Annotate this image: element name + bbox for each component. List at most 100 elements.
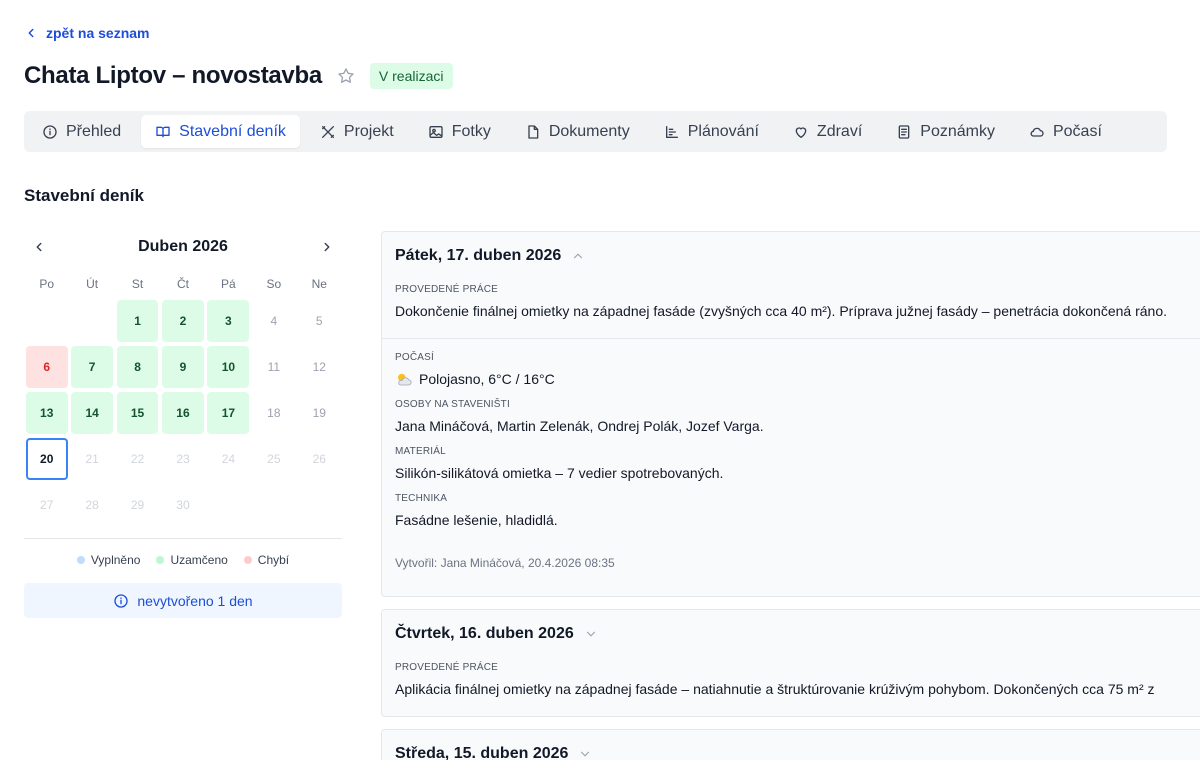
tab-prehled[interactable]: Přehled [28,115,135,148]
file-icon [528,124,539,139]
calendar-week: 27 28 29 30 [24,482,342,528]
tab-zdravi[interactable]: Zdraví [779,115,876,148]
calendar-day[interactable]: 2 [162,300,204,342]
diary-entry: Středa, 15. duben 2026 [381,729,1200,760]
calendar-day[interactable]: 25 [253,438,295,480]
back-link-label: zpět na seznam [46,25,150,41]
weekday-label: Ne [311,277,327,291]
notice-text: nevytvořeno 1 den [137,592,253,609]
field-people: OSOBY NA STAVENIŠTI Jana Mináčová, Marti… [382,399,1200,434]
calendar-empty-cell [298,484,340,526]
heart-icon [795,126,807,138]
diary-entry: Pátek, 17. duben 2026 PROVEDENÉ PRÁCE Do… [381,231,1200,597]
calendar-day[interactable]: 18 [253,392,295,434]
calendar-week: 13 14 15 16 17 18 19 [24,390,342,436]
calendar-day[interactable]: 10 [207,346,250,388]
calendar-day[interactable]: 23 [162,438,204,480]
calendar-legend: Vyplněno Uzamčeno Chybí [24,553,342,567]
calendar-day[interactable]: 22 [117,438,159,480]
calendar-day[interactable]: 15 [116,392,159,434]
field-technika: TECHNIKA Fasádne lešenie, hladidlá. [382,493,1200,528]
calendar-day[interactable]: 5 [298,300,340,342]
status-badge: V realizaci [369,63,453,89]
partly-cloudy-icon [398,373,412,386]
calendar-day[interactable]: 6 [25,346,68,388]
calendar-day[interactable]: 21 [71,438,113,480]
entry-created-by: Vytvořil: Jana Mináčová, 20.4.2026 08:35 [395,556,615,570]
legend-label: Uzamčeno [170,553,228,567]
calendar-day[interactable]: 26 [298,438,340,480]
entry-header[interactable]: Čtvrtek, 16. duben 2026 [382,610,1200,658]
legend-item: Chybí [243,553,289,567]
next-month-button[interactable] [318,238,336,256]
tab-label: Počasí [1052,122,1102,140]
calendar-day[interactable]: 1 [116,300,159,342]
tab-label: Dokumenty [548,122,630,140]
diary-entry: Čtvrtek, 16. duben 2026 PROVEDENÉ PRÁCE … [381,609,1200,717]
chevron-down-icon [581,751,590,757]
calendar-day[interactable]: 12 [298,346,340,388]
calendar-day[interactable]: 20 [25,438,68,480]
calendar-month: Duben 2026 [138,238,228,255]
prev-month-button[interactable] [30,238,48,256]
chevron-up-icon [574,253,583,259]
calendar-day[interactable]: 14 [71,392,114,434]
field-label: OSOBY NA STAVENIŠTI [395,399,510,410]
entry-header[interactable]: Pátek, 17. duben 2026 [382,232,1200,280]
calendar-day[interactable]: 11 [253,346,295,388]
tab-label: Plánování [687,122,759,140]
star-icon[interactable] [336,66,356,86]
tab-planovani[interactable]: Plánování [650,115,773,148]
tab-fotky[interactable]: Fotky [414,115,505,148]
calendar-day[interactable]: 4 [253,300,295,342]
tab-poznamky[interactable]: Poznámky [882,115,1009,148]
calendar-day[interactable]: 8 [116,346,159,388]
calendar-empty-cell [71,300,113,342]
calendar-day[interactable]: 19 [298,392,340,434]
calendar-day[interactable]: 16 [162,392,204,434]
weekday-label: St [131,277,144,291]
tab-dokumenty[interactable]: Dokumenty [511,115,644,148]
tab-projekt[interactable]: Projekt [306,115,408,148]
cloud-icon [1030,127,1044,137]
field-weather: POČASÍ Polojasno, 6°C / 16°C [382,352,1200,387]
tab-label: Zdraví [816,122,863,140]
tab-stavebni-denik[interactable]: Stavební deník [141,115,300,148]
calendar-day[interactable]: 27 [26,484,68,526]
weather-text: Polojasno, 6°C / 16°C [419,371,555,387]
image-icon [429,125,443,138]
calendar-divider [24,538,342,539]
legend-dot [76,556,85,564]
chevron-right-icon [324,242,330,252]
calendar-day[interactable]: 29 [117,484,159,526]
missing-days-notice[interactable]: nevytvořeno 1 den [24,583,342,618]
tab-pocasi[interactable]: Počasí [1015,115,1116,148]
tab-label: Fotky [451,122,491,140]
field-value: Fasádne lešenie, hladidlá. [395,512,558,528]
calendar-day[interactable]: 30 [162,484,204,526]
weekday-label: So [266,277,282,291]
calendar-day[interactable]: 7 [71,346,114,388]
calendar-day[interactable]: 9 [162,346,204,388]
calendar-empty-cell [26,300,68,342]
calendar-day[interactable]: 24 [208,438,250,480]
weekday-label: Pá [221,277,236,291]
entry-header[interactable]: Středa, 15. duben 2026 [382,730,1200,760]
calendar-empty-cell [207,484,249,526]
field-value: Jana Mináčová, Martin Zelenák, Ondrej Po… [395,418,764,434]
calendar-day[interactable]: 28 [71,484,113,526]
book-icon [156,126,170,137]
page-header: Chata Liptov – novostavba V realizaci [24,60,453,92]
calendar: Duben 2026 Po Út St Čt Pá So Ne 1 2 3 4 5 6 7 8 9 10 11 1… [24,232,342,618]
field-value: Polojasno, 6°C / 16°C [395,371,1200,387]
weekday-label: Čt [176,277,189,291]
field-value: Dokončenie finálnej omietky na západnej … [395,303,1167,319]
weekday-label: Po [39,277,55,291]
calendar-day[interactable]: 13 [25,392,68,434]
calendar-day[interactable]: 3 [207,300,250,342]
tab-label: Přehled [66,122,122,140]
calendar-day[interactable]: 17 [207,392,250,434]
entry-date: Pátek, 17. duben 2026 [395,247,562,264]
back-link[interactable]: zpět na seznam [24,25,149,41]
field-label: PROVEDENÉ PRÁCE [395,284,499,295]
